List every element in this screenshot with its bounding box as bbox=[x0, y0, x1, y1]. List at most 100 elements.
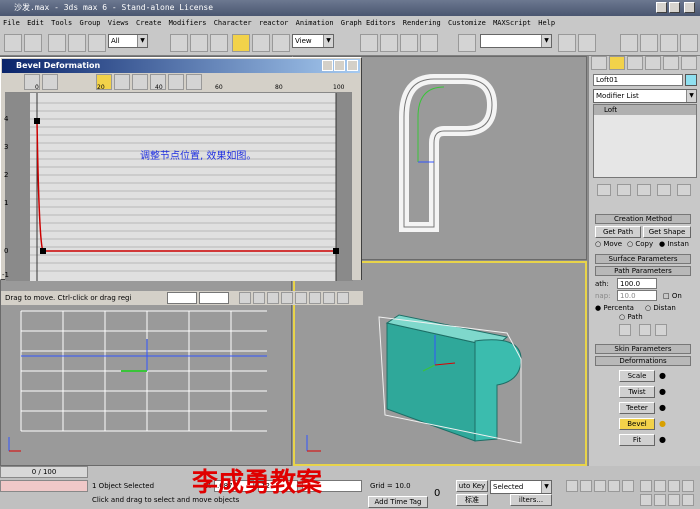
rollout-path-parameters[interactable]: Path Parameters bbox=[595, 266, 691, 276]
rollout-creation-method[interactable]: Creation Method bbox=[595, 214, 691, 224]
align-icon[interactable] bbox=[578, 34, 596, 52]
select-by-name-icon[interactable] bbox=[190, 34, 208, 52]
remove-modifier-icon[interactable] bbox=[657, 184, 671, 196]
menu-group[interactable]: Group bbox=[79, 16, 100, 30]
render-icon[interactable] bbox=[680, 34, 698, 52]
copy-radio[interactable]: ○ Copy bbox=[627, 240, 653, 248]
maximize-viewport-icon[interactable] bbox=[682, 494, 694, 506]
next-shape-icon[interactable] bbox=[655, 324, 667, 336]
get-shape-button[interactable]: Get Shape bbox=[643, 226, 691, 238]
scale-deform-button[interactable]: Scale bbox=[619, 370, 655, 382]
set-key-button[interactable]: 标准 bbox=[456, 494, 488, 506]
object-name-field[interactable]: Loft01 bbox=[593, 74, 683, 86]
bulb-icon[interactable]: ● bbox=[659, 403, 666, 412]
zoom-icon[interactable] bbox=[295, 292, 307, 304]
named-selection-dropdown[interactable]: ▼ bbox=[480, 34, 552, 48]
minimize-button[interactable] bbox=[322, 60, 333, 71]
menu-modifiers[interactable]: Modifiers bbox=[169, 16, 207, 30]
curve-editor-icon[interactable] bbox=[620, 34, 638, 52]
make-unique-icon[interactable] bbox=[637, 184, 651, 196]
deformation-graph[interactable]: 4 3 2 1 0 -1 调整节点位置, 效果如图。 bbox=[2, 92, 353, 281]
display-tab-icon[interactable] bbox=[663, 56, 679, 70]
menu-character[interactable]: Character bbox=[214, 16, 252, 30]
bevel-deform-button[interactable]: Bevel bbox=[619, 418, 655, 430]
instance-radio[interactable]: ● Instan bbox=[659, 240, 689, 248]
reset-curve-icon[interactable] bbox=[168, 74, 184, 90]
modifier-stack[interactable]: Loft bbox=[593, 104, 697, 178]
percentage-radio[interactable]: ● Percenta bbox=[595, 304, 634, 312]
bulb-icon[interactable]: ● bbox=[659, 435, 666, 444]
zoom-extents-icon[interactable] bbox=[668, 480, 680, 492]
redo-icon[interactable] bbox=[24, 34, 42, 52]
spinner-snap-icon[interactable] bbox=[420, 34, 438, 52]
zoom-extents-icon[interactable] bbox=[253, 292, 265, 304]
rollout-skin-parameters[interactable]: Skin Parameters bbox=[595, 344, 691, 354]
bevel-type-icon[interactable] bbox=[186, 74, 202, 90]
fit-curve-icon[interactable] bbox=[323, 292, 335, 304]
menu-maxscript[interactable]: MAXScript bbox=[493, 16, 531, 30]
arc-rotate-icon[interactable] bbox=[668, 494, 680, 506]
rollout-surface-parameters[interactable]: Surface Parameters bbox=[595, 254, 691, 264]
close-button[interactable] bbox=[347, 60, 358, 71]
schematic-view-icon[interactable] bbox=[640, 34, 658, 52]
menu-rendering[interactable]: Rendering bbox=[403, 16, 441, 30]
modify-tab-icon[interactable] bbox=[609, 56, 625, 70]
percent-snap-icon[interactable] bbox=[400, 34, 418, 52]
point-x-field[interactable] bbox=[167, 292, 197, 304]
reference-coordinate-dropdown[interactable]: View ▼ bbox=[292, 34, 334, 48]
configure-sets-icon[interactable] bbox=[677, 184, 691, 196]
zoom-extents-all-icon[interactable] bbox=[682, 480, 694, 492]
angle-snap-icon[interactable] bbox=[380, 34, 398, 52]
bulb-on-icon[interactable]: ● bbox=[659, 419, 666, 428]
teeter-deform-button[interactable]: Teeter bbox=[619, 402, 655, 414]
snap-spinner[interactable]: 10.0 bbox=[617, 290, 657, 301]
named-selection-icon[interactable] bbox=[458, 34, 476, 52]
select-and-rotate-icon[interactable] bbox=[252, 34, 270, 52]
rollout-deformations[interactable]: Deformations bbox=[595, 356, 691, 366]
select-object-icon[interactable] bbox=[170, 34, 188, 52]
dialog-title-bar[interactable]: Bevel Deformation bbox=[2, 59, 360, 73]
get-path-button[interactable]: Get Path bbox=[595, 226, 641, 238]
insert-point-icon[interactable] bbox=[132, 74, 148, 90]
play-icon[interactable] bbox=[594, 480, 606, 492]
vertical-scrollbar[interactable] bbox=[351, 92, 361, 280]
menu-edit[interactable]: Edit bbox=[27, 16, 44, 30]
add-time-tag-button[interactable]: Add Time Tag bbox=[368, 496, 428, 508]
modifier-list-dropdown[interactable]: Modifier List ▼ bbox=[593, 89, 697, 103]
unlink-icon[interactable] bbox=[68, 34, 86, 52]
motion-tab-icon[interactable] bbox=[645, 56, 661, 70]
point-y-field[interactable] bbox=[199, 292, 229, 304]
key-filters-button[interactable]: ilters... bbox=[510, 494, 552, 506]
zoom-all-viewports-icon[interactable] bbox=[654, 480, 666, 492]
fit-deform-button[interactable]: Fit bbox=[619, 434, 655, 446]
zoom-horizontal-icon[interactable] bbox=[267, 292, 279, 304]
menu-customize[interactable]: Customize bbox=[448, 16, 486, 30]
field-of-view-icon[interactable] bbox=[640, 494, 652, 506]
maximize-button[interactable] bbox=[334, 60, 345, 71]
select-and-scale-icon[interactable] bbox=[272, 34, 290, 52]
stack-item-loft[interactable]: Loft bbox=[594, 105, 696, 115]
auto-key-button[interactable]: uto Key bbox=[456, 480, 488, 492]
snap-on-checkbox[interactable]: □ On bbox=[663, 292, 682, 300]
snap-toggle-icon[interactable] bbox=[360, 34, 378, 52]
pan-view-icon[interactable] bbox=[654, 494, 666, 506]
maximize-button[interactable] bbox=[669, 2, 680, 13]
close-button[interactable] bbox=[684, 2, 695, 13]
zoom-region-icon[interactable] bbox=[309, 292, 321, 304]
utilities-tab-icon[interactable] bbox=[681, 56, 697, 70]
menu-graph-editors[interactable]: Graph Editors bbox=[341, 16, 396, 30]
show-end-result-icon[interactable] bbox=[617, 184, 631, 196]
pan-icon[interactable] bbox=[239, 292, 251, 304]
prev-shape-icon[interactable] bbox=[639, 324, 651, 336]
menu-create[interactable]: Create bbox=[136, 16, 161, 30]
scale-control-point-icon[interactable] bbox=[114, 74, 130, 90]
bind-space-warp-icon[interactable] bbox=[88, 34, 106, 52]
maxscript-listener[interactable] bbox=[0, 480, 88, 492]
menu-views[interactable]: Views bbox=[108, 16, 129, 30]
move-radio[interactable]: ○ Move bbox=[595, 240, 622, 248]
link-icon[interactable] bbox=[48, 34, 66, 52]
mirror-icon[interactable] bbox=[558, 34, 576, 52]
zoom-viewport-icon[interactable] bbox=[640, 480, 652, 492]
hierarchy-tab-icon[interactable] bbox=[627, 56, 643, 70]
object-color-swatch[interactable] bbox=[685, 74, 697, 86]
